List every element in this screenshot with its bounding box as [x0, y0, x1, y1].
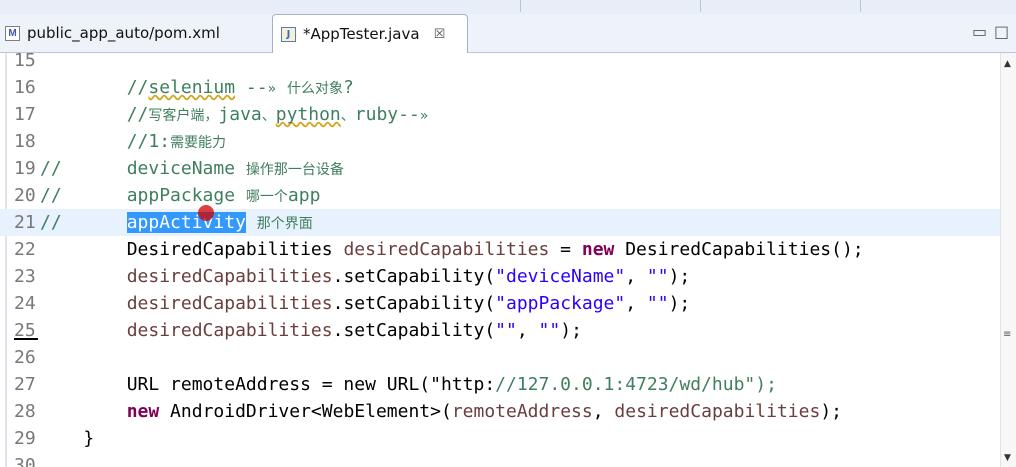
line-number: 15: [14, 53, 36, 71]
code-line[interactable]: 27 URL remoteAddress = new URL("http://1…: [0, 371, 1000, 398]
code-text[interactable]: desiredCapabilities.setCapability("", ""…: [40, 317, 582, 344]
vertical-scrollbar[interactable]: ▲ ≡ ▼: [1000, 53, 1016, 467]
toolbar-divider: [860, 0, 861, 12]
code-line[interactable]: 18 //1:需要能力: [0, 128, 1000, 155]
code-line[interactable]: 19// deviceName 操作那一台设备: [0, 155, 1000, 182]
line-number: 30: [14, 455, 36, 467]
code-text[interactable]: //1:需要能力: [40, 128, 226, 157]
code-line[interactable]: 26: [0, 344, 1000, 371]
code-line[interactable]: 24 desiredCapabilities.setCapability("ap…: [0, 290, 1000, 317]
line-25-underline: [14, 338, 38, 340]
tab-apptester-java[interactable]: J *AppTester.java ☒: [272, 14, 468, 53]
code-text[interactable]: // appPackage 哪一个app: [40, 182, 320, 211]
code-text[interactable]: DesiredCapabilities desiredCapabilities …: [40, 236, 864, 263]
java-file-icon: J: [281, 26, 296, 42]
code-text[interactable]: URL remoteAddress = new URL("http://127.…: [40, 371, 777, 398]
toolbar-strip: [0, 0, 1016, 14]
code-line[interactable]: 28 new AndroidDriver<WebElement>(remoteA…: [0, 398, 1000, 425]
overview-ruler-icon: ≡: [1003, 329, 1012, 340]
code-line[interactable]: 17 //写客户端，java、python、ruby--»: [0, 101, 1000, 128]
editor-tab-bar: M public_app_auto/pom.xml J *AppTester.j…: [0, 0, 1016, 53]
scroll-up-icon[interactable]: ▲: [1004, 59, 1011, 69]
code-line[interactable]: 25 desiredCapabilities.setCapability("",…: [0, 317, 1000, 344]
scroll-down-icon[interactable]: ▼: [1004, 453, 1011, 463]
maximize-icon[interactable]: □: [994, 22, 1009, 41]
code-text[interactable]: new AndroidDriver<WebElement>(remoteAddr…: [40, 398, 842, 425]
code-text[interactable]: //selenium --» 什么对象?: [40, 74, 354, 103]
code-line[interactable]: 23 desiredCapabilities.setCapability("de…: [0, 263, 1000, 290]
code-line[interactable]: 15: [0, 53, 1000, 74]
code-text[interactable]: // appActivity 那个界面: [40, 209, 313, 238]
code-line[interactable]: 22 DesiredCapabilities desiredCapabiliti…: [0, 236, 1000, 263]
code-text[interactable]: desiredCapabilities.setCapability("appPa…: [40, 290, 691, 317]
code-line[interactable]: 29 }: [0, 425, 1000, 452]
code-text[interactable]: //写客户端，java、python、ruby--»: [40, 101, 429, 130]
code-line[interactable]: 21// appActivity 那个界面: [0, 209, 1000, 236]
code-editor[interactable]: 15 16 //selenium --» 什么对象? 17 //写客户端，java、…: [0, 53, 1000, 467]
code-line[interactable]: 20// appPackage 哪一个app: [0, 182, 1000, 209]
close-icon[interactable]: ☒: [434, 27, 446, 42]
code-line[interactable]: 30: [0, 452, 1000, 467]
tab-label: public_app_auto/pom.xml: [27, 24, 220, 42]
line-number: 26: [14, 347, 36, 368]
minimize-icon[interactable]: ▭: [972, 22, 987, 41]
tab-label: *AppTester.java: [303, 25, 420, 43]
code-text[interactable]: }: [40, 425, 94, 452]
tab-pom-xml[interactable]: M public_app_auto/pom.xml: [0, 14, 268, 52]
toolbar-divider: [700, 0, 701, 12]
mouse-cursor-highlight: [198, 205, 214, 221]
toolbar-divider: [520, 0, 521, 12]
text-selection: appActivity: [126, 212, 246, 233]
code-line[interactable]: 16 //selenium --» 什么对象?: [0, 74, 1000, 101]
code-text[interactable]: // deviceName 操作那一台设备: [40, 155, 344, 184]
maven-file-icon: M: [5, 25, 20, 41]
code-text[interactable]: desiredCapabilities.setCapability("devic…: [40, 263, 691, 290]
